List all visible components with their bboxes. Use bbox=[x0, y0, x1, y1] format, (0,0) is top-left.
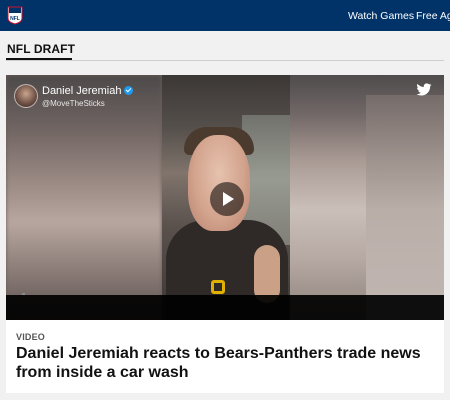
nav-free-agency[interactable]: Free Age bbox=[416, 0, 450, 31]
content-type-label: VIDEO bbox=[16, 332, 46, 342]
section-title: NFL DRAFT bbox=[7, 42, 76, 56]
author-avatar[interactable] bbox=[14, 84, 38, 108]
section-divider bbox=[6, 60, 444, 61]
svg-text:NFL: NFL bbox=[10, 16, 20, 22]
video-blur-left bbox=[6, 75, 162, 320]
top-navigation-bar: NFL Watch Games Free Age bbox=[0, 0, 450, 31]
author-handle[interactable]: @MoveTheSticks bbox=[42, 99, 105, 108]
video-control-bar[interactable] bbox=[6, 295, 444, 320]
verified-icon bbox=[124, 86, 134, 95]
video-blur-right-highlight bbox=[366, 95, 444, 320]
video-headline[interactable]: Daniel Jeremiah reacts to Bears-Panthers… bbox=[16, 344, 436, 382]
section-header: NFL DRAFT bbox=[0, 31, 450, 64]
nfl-logo[interactable]: NFL bbox=[7, 6, 23, 25]
embedded-video[interactable]: Daniel Jeremiah @MoveTheSticks bbox=[6, 75, 444, 320]
hoodie-logo bbox=[211, 280, 225, 294]
nav-watch-games[interactable]: Watch Games bbox=[348, 0, 414, 31]
author-name[interactable]: Daniel Jeremiah bbox=[42, 85, 121, 97]
video-card[interactable]: Daniel Jeremiah @MoveTheSticks VIDEO Dan… bbox=[6, 75, 444, 393]
author-name-row[interactable]: Daniel Jeremiah bbox=[42, 85, 134, 97]
twitter-icon[interactable] bbox=[416, 83, 432, 97]
play-icon[interactable] bbox=[210, 182, 244, 216]
